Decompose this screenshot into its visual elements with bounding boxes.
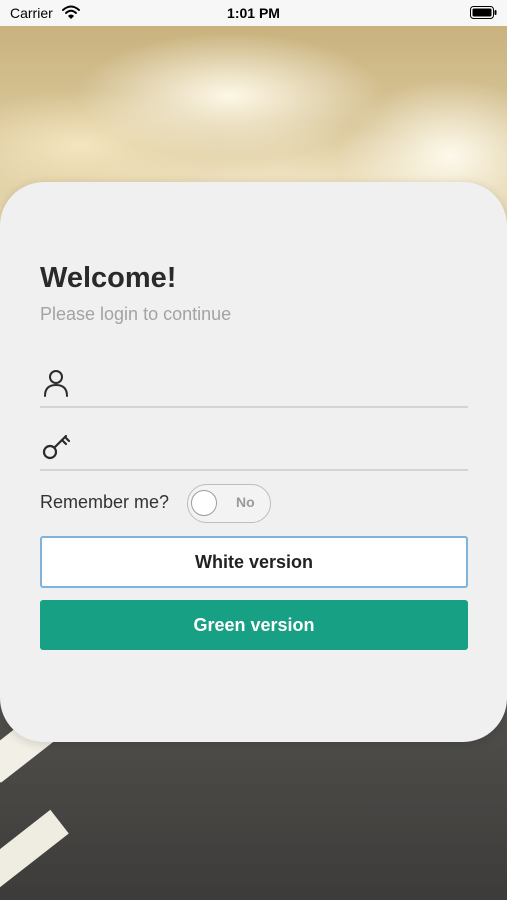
clock: 1:01 PM (227, 5, 280, 21)
user-icon (42, 368, 70, 403)
page-title: Welcome! (40, 262, 177, 294)
page-subtitle: Please login to continue (40, 304, 232, 324)
key-icon (42, 431, 72, 466)
remember-me-label: Remember me? (40, 492, 170, 512)
battery-icon (470, 6, 497, 22)
password-field[interactable] (40, 427, 468, 471)
toggle-state-label: No (236, 494, 255, 510)
green-version-button[interactable]: Green version (40, 600, 468, 650)
white-version-button[interactable]: White version (40, 536, 468, 588)
status-bar: Carrier 1:01 PM (0, 0, 507, 26)
username-field[interactable] (40, 364, 468, 408)
toggle-knob (191, 490, 217, 516)
password-input[interactable] (84, 433, 464, 463)
remember-me-toggle[interactable]: No (187, 484, 271, 523)
username-input[interactable] (84, 370, 464, 400)
